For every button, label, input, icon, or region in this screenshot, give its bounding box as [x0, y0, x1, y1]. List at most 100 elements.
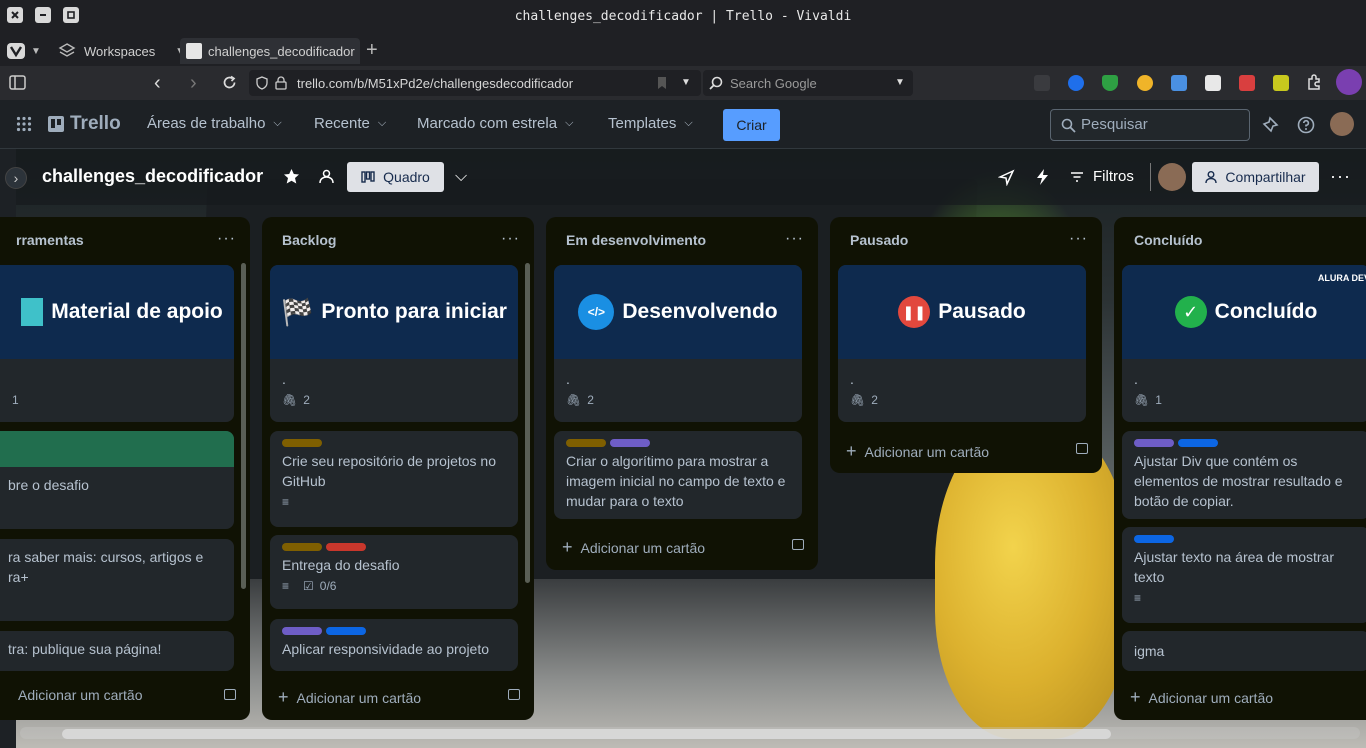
nav-label: Marcado com estrela [417, 115, 558, 132]
board-icon [361, 171, 375, 183]
attachment-count: 1 [0, 359, 234, 411]
list-menu-icon[interactable]: ··· [501, 230, 520, 248]
forward-icon[interactable]: › [190, 72, 197, 95]
code-icon: </> [578, 294, 615, 330]
list-title[interactable]: rramentas [16, 232, 84, 248]
translate-icon[interactable] [1171, 75, 1187, 91]
nav-recent[interactable]: Recente ⌵ [314, 115, 386, 132]
create-button[interactable]: Criar [723, 109, 780, 141]
add-card-button[interactable]: + Adicionar um cartão [846, 441, 989, 462]
apps-grid-icon[interactable] [16, 116, 32, 132]
member-avatar[interactable] [1158, 163, 1186, 191]
plus-icon: + [278, 687, 289, 707]
workspace-visibility-icon[interactable] [318, 168, 335, 185]
card[interactable]: Material de apoio 1 [0, 265, 234, 422]
card-template-icon[interactable] [1076, 443, 1088, 454]
back-icon[interactable]: ‹ [154, 72, 161, 95]
trello-logo[interactable]: Trello [48, 113, 121, 135]
scrollbar-thumb[interactable] [62, 729, 1111, 739]
nav-workspaces[interactable]: Áreas de trabalho ⌵ [147, 115, 282, 132]
profile-avatar[interactable] [1336, 69, 1362, 95]
notifications-icon[interactable] [1261, 116, 1279, 134]
add-card-button[interactable]: + Adicionar um cartão [562, 537, 705, 558]
vivaldi-menu-icon[interactable] [7, 43, 25, 59]
board-title[interactable]: challenges_decodificador [42, 166, 263, 187]
card[interactable]: bre o desafio [0, 431, 234, 529]
list-title[interactable]: Pausado [850, 232, 908, 248]
reload-icon[interactable] [221, 74, 238, 91]
adblock-shield-icon[interactable] [1102, 75, 1118, 91]
extension-icon[interactable] [1034, 75, 1050, 91]
card-labels [270, 535, 518, 551]
description-icon: ≡ [282, 579, 290, 593]
card-cover: ✓ Concluído ALURA DEV [1122, 265, 1366, 359]
paperclip-icon: 🖇 [282, 393, 298, 407]
power-ups-icon[interactable] [998, 169, 1015, 186]
trello-search-input[interactable]: Pesquisar [1050, 109, 1250, 141]
chevron-down-icon[interactable]: ⌵ [455, 168, 467, 186]
card[interactable]: Entrega do desafio ≡ ☑ 0/6 [270, 535, 518, 609]
label-blue [1178, 439, 1218, 447]
card[interactable]: 🏁 Pronto para iniciar . 🖇 2 [270, 265, 518, 422]
card-cover-text: Pausado [938, 300, 1026, 323]
card[interactable]: tra: publique sua página! [0, 631, 234, 671]
paperclip-icon: 🖇 [566, 393, 582, 407]
expand-sidebar-icon[interactable]: › [5, 167, 27, 189]
extension-icon[interactable] [1137, 75, 1153, 91]
list-menu-icon[interactable]: ··· [217, 230, 236, 248]
card[interactable]: Aplicar responsividade ao projeto [270, 619, 518, 671]
card[interactable]: Criar o algorítimo para mostrar a imagem… [554, 431, 802, 519]
chevron-down-icon[interactable]: ▼ [895, 77, 905, 88]
extension-icon[interactable] [1239, 75, 1255, 91]
nav-templates[interactable]: Templates ⌵ [608, 115, 693, 132]
card-template-icon[interactable] [508, 689, 520, 700]
list-title[interactable]: Backlog [282, 232, 336, 248]
card[interactable]: Ajustar Div que contém os elementos de m… [1122, 431, 1366, 519]
chevron-down-icon[interactable]: ▼ [681, 77, 691, 88]
board-view-button[interactable]: Quadro [347, 162, 444, 192]
attachment-count-text: 1 [12, 393, 19, 407]
share-button[interactable]: Compartilhar [1192, 162, 1319, 192]
panel-toggle-icon[interactable] [9, 75, 26, 90]
card[interactable]: igma [1122, 631, 1366, 671]
add-card-button[interactable]: + Adicionar um cartão [1130, 687, 1273, 708]
label-purple [1134, 439, 1174, 447]
add-card-button[interactable]: Adicionar um cartão [18, 687, 143, 703]
list-scrollbar[interactable] [525, 263, 530, 583]
layers-icon [58, 43, 76, 57]
search-engine-field[interactable]: Search Google ▼ [703, 70, 913, 96]
star-icon[interactable] [283, 168, 300, 185]
add-card-button[interactable]: + Adicionar um cartão [278, 687, 421, 708]
bookmark-icon[interactable] [657, 76, 667, 90]
extension-icon[interactable] [1205, 75, 1221, 91]
new-tab-icon[interactable]: + [366, 39, 378, 62]
chevron-down-icon[interactable]: ▼ [31, 46, 41, 57]
list-menu-icon[interactable]: ··· [785, 230, 804, 248]
list-title[interactable]: Em desenvolvimento [566, 232, 706, 248]
help-icon[interactable] [1297, 116, 1315, 134]
card-template-icon[interactable] [224, 689, 236, 700]
card[interactable]: </> Desenvolvendo . 🖇 2 [554, 265, 802, 422]
card[interactable]: ra saber mais: cursos, artigos e ra+ [0, 539, 234, 621]
workspaces-button[interactable]: Workspaces ▼ [58, 38, 185, 64]
filters-button[interactable]: Filtros [1070, 168, 1134, 185]
card[interactable]: ✓ Concluído ALURA DEV . 🖇 1 [1122, 265, 1366, 422]
list-menu-icon[interactable]: ··· [1069, 230, 1088, 248]
list-title[interactable]: Concluído [1134, 232, 1202, 248]
extension-icon[interactable] [1273, 75, 1289, 91]
list-scrollbar[interactable] [241, 263, 246, 589]
card[interactable]: ❚❚ Pausado . 🖇 2 [838, 265, 1086, 422]
url-field[interactable]: trello.com/b/M51xPd2e/challengesdecodifi… [249, 70, 701, 96]
label-blue [326, 627, 366, 635]
extension-icon[interactable] [1068, 75, 1084, 91]
automation-icon[interactable] [1035, 168, 1050, 186]
puzzle-icon[interactable] [1306, 73, 1324, 91]
user-avatar[interactable] [1330, 112, 1354, 136]
board-view-label: Quadro [383, 169, 430, 185]
tab-trello[interactable]: challenges_decodificador | T [180, 38, 360, 64]
card-template-icon[interactable] [792, 539, 804, 550]
card[interactable]: Crie seu repositório de projetos no GitH… [270, 431, 518, 527]
nav-starred[interactable]: Marcado com estrela ⌵ [417, 115, 573, 132]
card[interactable]: Ajustar texto na área de mostrar texto ≡ [1122, 527, 1366, 623]
more-icon[interactable]: ··· [1330, 166, 1351, 187]
